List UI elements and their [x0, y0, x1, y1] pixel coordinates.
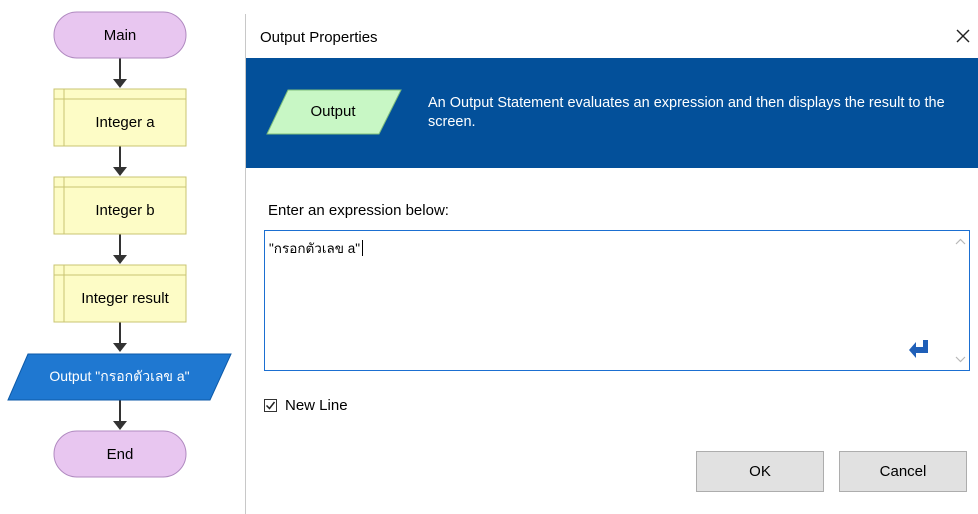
- expression-value: "กรอกตัวเลข a": [269, 241, 361, 256]
- connector-arrow: [113, 255, 127, 264]
- flowchart-canvas: Main Integer a Integer b Integer result …: [0, 0, 240, 507]
- expression-prompt: Enter an expression below:: [268, 202, 449, 219]
- text-caret: [362, 240, 364, 256]
- terminal-main-label: Main: [103, 26, 137, 44]
- connector-arrow: [113, 421, 127, 430]
- cancel-button[interactable]: Cancel: [839, 451, 967, 492]
- declare-b-label: Integer b: [95, 202, 155, 219]
- scroll-up-icon: [955, 238, 966, 245]
- enter-icon[interactable]: [908, 339, 930, 359]
- new-line-checkbox[interactable]: [264, 399, 277, 412]
- connector-arrow: [113, 343, 127, 352]
- expression-input[interactable]: "กรอกตัวเลข a": [264, 230, 970, 371]
- declare-a-label: Integer a: [95, 114, 155, 131]
- connector-arrow: [113, 79, 127, 88]
- dialog-titlebar: Output Properties: [246, 14, 978, 58]
- banner-description: An Output Statement evaluates an express…: [428, 95, 945, 130]
- close-icon: [956, 29, 969, 43]
- connector-arrow: [113, 167, 127, 176]
- output-label: Output "กรอกตัวเลข a": [49, 368, 190, 384]
- expression-text: "กรอกตัวเลข a": [269, 237, 364, 259]
- check-icon: [265, 401, 276, 410]
- terminal-end-label: End: [106, 445, 134, 463]
- expression-scrollbar[interactable]: [952, 231, 969, 370]
- ok-button[interactable]: OK: [696, 451, 824, 492]
- banner-shape-label: Output: [310, 103, 356, 120]
- output-properties-dialog: Output Properties Output An Output State…: [245, 14, 978, 514]
- new-line-option[interactable]: New Line: [264, 397, 348, 414]
- dialog-title: Output Properties: [260, 29, 378, 46]
- new-line-label: New Line: [285, 397, 348, 414]
- dialog-banner: Output An Output Statement evaluates an …: [246, 58, 978, 168]
- declare-result-label: Integer result: [81, 290, 169, 307]
- scroll-down-icon: [955, 356, 966, 363]
- close-button[interactable]: [946, 14, 978, 58]
